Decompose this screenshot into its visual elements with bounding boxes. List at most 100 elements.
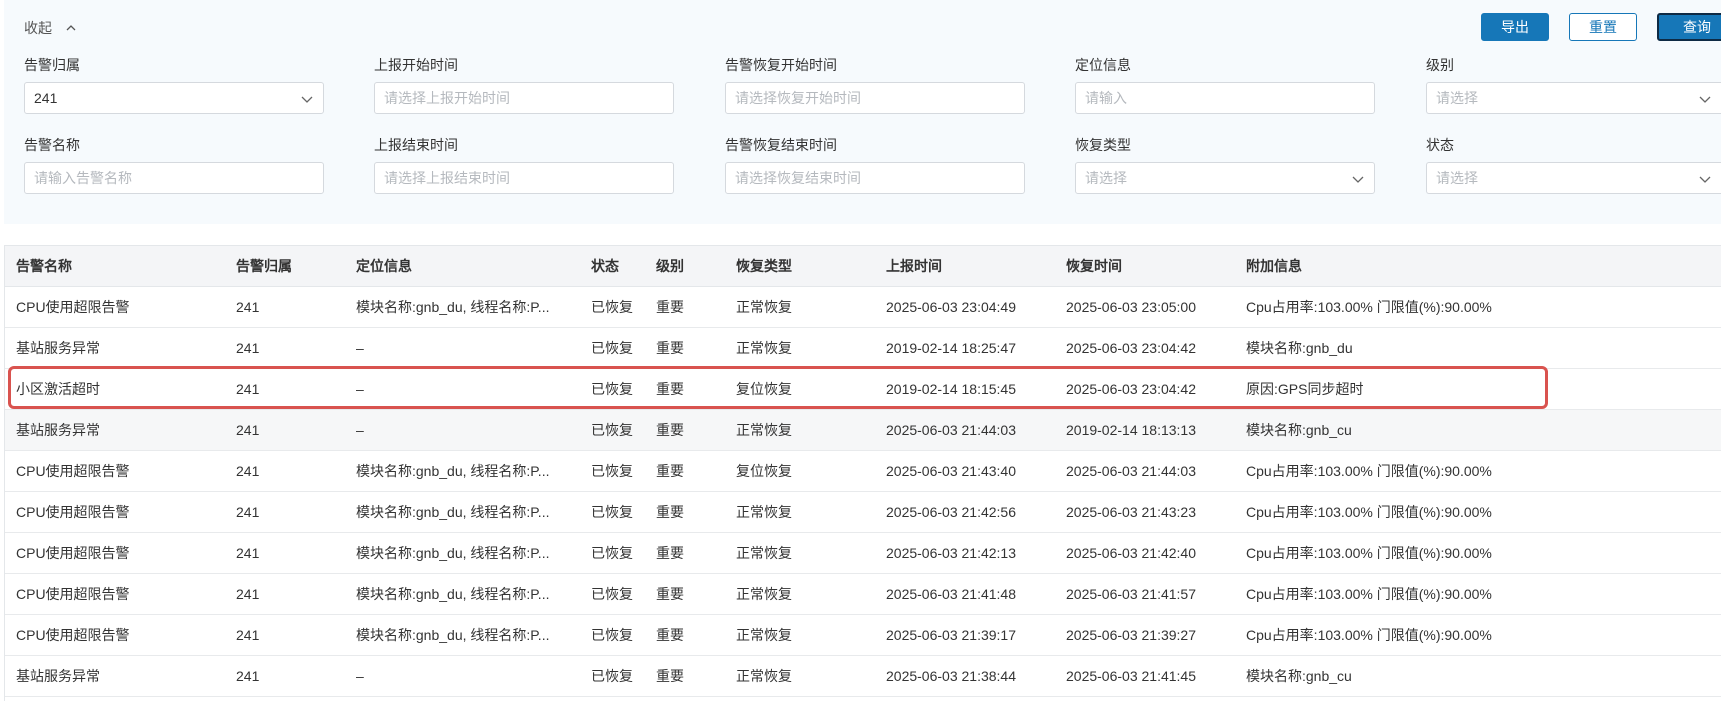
- column-header[interactable]: 上报时间: [886, 246, 942, 287]
- column-header[interactable]: 附加信息: [1246, 246, 1302, 287]
- table-row[interactable]: CPU使用超限告警 241 模块名称:gnb_du, 线程名称:P... 已恢复 重要 复…: [5, 451, 1721, 492]
- table-cell: 2025-06-03 21:39:27: [1066, 627, 1196, 643]
- table-cell: 241: [236, 504, 260, 520]
- table-cell: 已恢复: [591, 299, 633, 315]
- alarm-name-input[interactable]: 请输入告警名称: [24, 162, 324, 194]
- table-cell: Cpu占用率:103.00% 门限值(%):90.00%: [1246, 627, 1492, 643]
- alarm-name-label: 告警名称: [24, 137, 80, 153]
- table-cell: 2025-06-03 21:42:40: [1066, 545, 1196, 561]
- table-cell: Cpu占用率:103.00% 门限值(%):90.00%: [1246, 586, 1492, 602]
- recover-start-label: 告警恢复开始时间: [725, 57, 837, 73]
- table-cell: –: [356, 422, 364, 438]
- table-cell: 基站服务异常: [16, 422, 100, 438]
- chevron-down-icon: [1699, 96, 1711, 103]
- table-header: 告警名称 告警归属 定位信息 状态 级别 恢复类型 上报时间 恢复时间 附加信息: [5, 246, 1721, 287]
- chevron-down-icon: [1699, 176, 1711, 183]
- table-cell: 241: [236, 422, 260, 438]
- export-button[interactable]: 导出: [1481, 13, 1549, 41]
- report-start-input[interactable]: 请选择上报开始时间: [374, 82, 674, 114]
- report-end-input[interactable]: 请选择上报结束时间: [374, 162, 674, 194]
- table-cell: 正常恢复: [736, 545, 792, 561]
- table-row[interactable]: CPU使用超限告警 241 模块名称:gnb_du, 线程名称:P... 已恢复 重要 正…: [5, 492, 1721, 533]
- table-cell: 已恢复: [591, 545, 633, 561]
- collapse-toggle[interactable]: 收起: [24, 18, 76, 38]
- status-select[interactable]: 请选择: [1426, 162, 1721, 194]
- table-cell: Cpu占用率:103.00% 门限值(%):90.00%: [1246, 545, 1492, 561]
- table-cell: –: [356, 381, 364, 397]
- table-cell: 已恢复: [591, 340, 633, 356]
- table-cell: 241: [236, 586, 260, 602]
- table-cell: 241: [236, 381, 260, 397]
- level-select[interactable]: 请选择: [1426, 82, 1721, 114]
- table-cell: 重要: [656, 381, 684, 397]
- table-cell: 重要: [656, 627, 684, 643]
- column-header[interactable]: 告警归属: [236, 246, 292, 287]
- table-cell: 模块名称:gnb_cu: [1246, 422, 1352, 438]
- column-header[interactable]: 告警名称: [16, 246, 72, 287]
- table-cell: 241: [236, 668, 260, 684]
- reset-button[interactable]: 重置: [1569, 13, 1637, 41]
- column-header[interactable]: 恢复类型: [736, 246, 792, 287]
- report-start-placeholder: 请选择上报开始时间: [384, 90, 510, 106]
- column-header[interactable]: 恢复时间: [1066, 246, 1122, 287]
- table-cell: 2025-06-03 21:42:13: [886, 545, 1016, 561]
- report-end-label: 上报结束时间: [374, 137, 458, 153]
- table-cell: 小区激活超时: [16, 381, 100, 397]
- chevron-up-icon: [66, 25, 76, 31]
- table-cell: 重要: [656, 340, 684, 356]
- column-header[interactable]: 状态: [591, 246, 619, 287]
- column-header[interactable]: 定位信息: [356, 246, 412, 287]
- table-row[interactable]: 小区激活超时 241 – 已恢复 重要 复位恢复 2019-02-14 18:15:45 20…: [5, 369, 1721, 410]
- table-cell: 2025-06-03 21:43:40: [886, 463, 1016, 479]
- table-cell: 2025-06-03 21:41:45: [1066, 668, 1196, 684]
- location-input[interactable]: 请输入: [1075, 82, 1375, 114]
- recover-end-input[interactable]: 请选择恢复结束时间: [725, 162, 1025, 194]
- table-cell: 模块名称:gnb_du: [1246, 340, 1353, 356]
- column-header[interactable]: 级别: [656, 246, 684, 287]
- collapse-label: 收起: [24, 20, 52, 36]
- table-cell: 模块名称:gnb_cu: [1246, 668, 1352, 684]
- recover-start-placeholder: 请选择恢复开始时间: [735, 90, 861, 106]
- table-row[interactable]: 基站服务异常 241 – 已恢复 重要 正常恢复 2025-06-03 21:38:44 20…: [5, 656, 1721, 697]
- table-cell: CPU使用超限告警: [16, 586, 130, 602]
- table-cell: –: [356, 668, 364, 684]
- recover-end-placeholder: 请选择恢复结束时间: [735, 170, 861, 186]
- table-row[interactable]: CPU使用超限告警 241 模块名称:gnb_du, 线程名称:P... 已恢复 重要 正…: [5, 615, 1721, 656]
- table-row[interactable]: CPU使用超限告警 241 模块名称:gnb_du, 线程名称:P... 已恢复 重要 正…: [5, 287, 1721, 328]
- table-row[interactable]: CPU使用超限告警 241 模块名称:gnb_du, 线程名称:P... 已恢复 重要 正…: [5, 533, 1721, 574]
- table-cell: Cpu占用率:103.00% 门限值(%):90.00%: [1246, 299, 1492, 315]
- table-cell: 2025-06-03 21:44:03: [1066, 463, 1196, 479]
- table-cell: 正常恢复: [736, 340, 792, 356]
- table-cell: 模块名称:gnb_du, 线程名称:P...: [356, 586, 550, 602]
- table-cell: 重要: [656, 545, 684, 561]
- table-cell: 模块名称:gnb_du, 线程名称:P...: [356, 545, 550, 561]
- table-cell: 基站服务异常: [16, 668, 100, 684]
- table-cell: –: [356, 340, 364, 356]
- table-row[interactable]: 基站服务异常 241 – 已恢复 重要 正常恢复 2019-02-14 18:25:47 20…: [5, 328, 1721, 369]
- table-cell: Cpu占用率:103.00% 门限值(%):90.00%: [1246, 463, 1492, 479]
- recover-start-input[interactable]: 请选择恢复开始时间: [725, 82, 1025, 114]
- table-cell: 正常恢复: [736, 299, 792, 315]
- location-label: 定位信息: [1075, 57, 1131, 73]
- table-cell: 重要: [656, 504, 684, 520]
- table-cell: 2019-02-14 18:13:13: [1066, 422, 1196, 438]
- query-button[interactable]: 查询: [1657, 13, 1721, 41]
- recover-type-select[interactable]: 请选择: [1075, 162, 1375, 194]
- alarm-owner-select[interactable]: 241: [24, 82, 324, 114]
- table-cell: 正常恢复: [736, 668, 792, 684]
- chevron-down-icon: [1352, 176, 1364, 183]
- table-cell: Cpu占用率:103.00% 门限值(%):90.00%: [1246, 504, 1492, 520]
- table-cell: 复位恢复: [736, 381, 792, 397]
- table-cell: 重要: [656, 463, 684, 479]
- alarm-owner-label: 告警归属: [24, 57, 80, 73]
- table-row[interactable]: CPU使用超限告警 241 模块名称:gnb_du, 线程名称:P... 已恢复 重要 正…: [5, 574, 1721, 615]
- table-cell: 重要: [656, 668, 684, 684]
- table-cell: 2025-06-03 21:41:48: [886, 586, 1016, 602]
- table-cell: 2025-06-03 21:43:23: [1066, 504, 1196, 520]
- table-cell: 2025-06-03 21:38:44: [886, 668, 1016, 684]
- report-start-label: 上报开始时间: [374, 57, 458, 73]
- table-cell: 241: [236, 299, 260, 315]
- table-row[interactable]: 基站服务异常 241 – 已恢复 重要 正常恢复 2025-06-03 21:44:03 20…: [5, 410, 1721, 451]
- table-cell: 正常恢复: [736, 586, 792, 602]
- table-cell: CPU使用超限告警: [16, 504, 130, 520]
